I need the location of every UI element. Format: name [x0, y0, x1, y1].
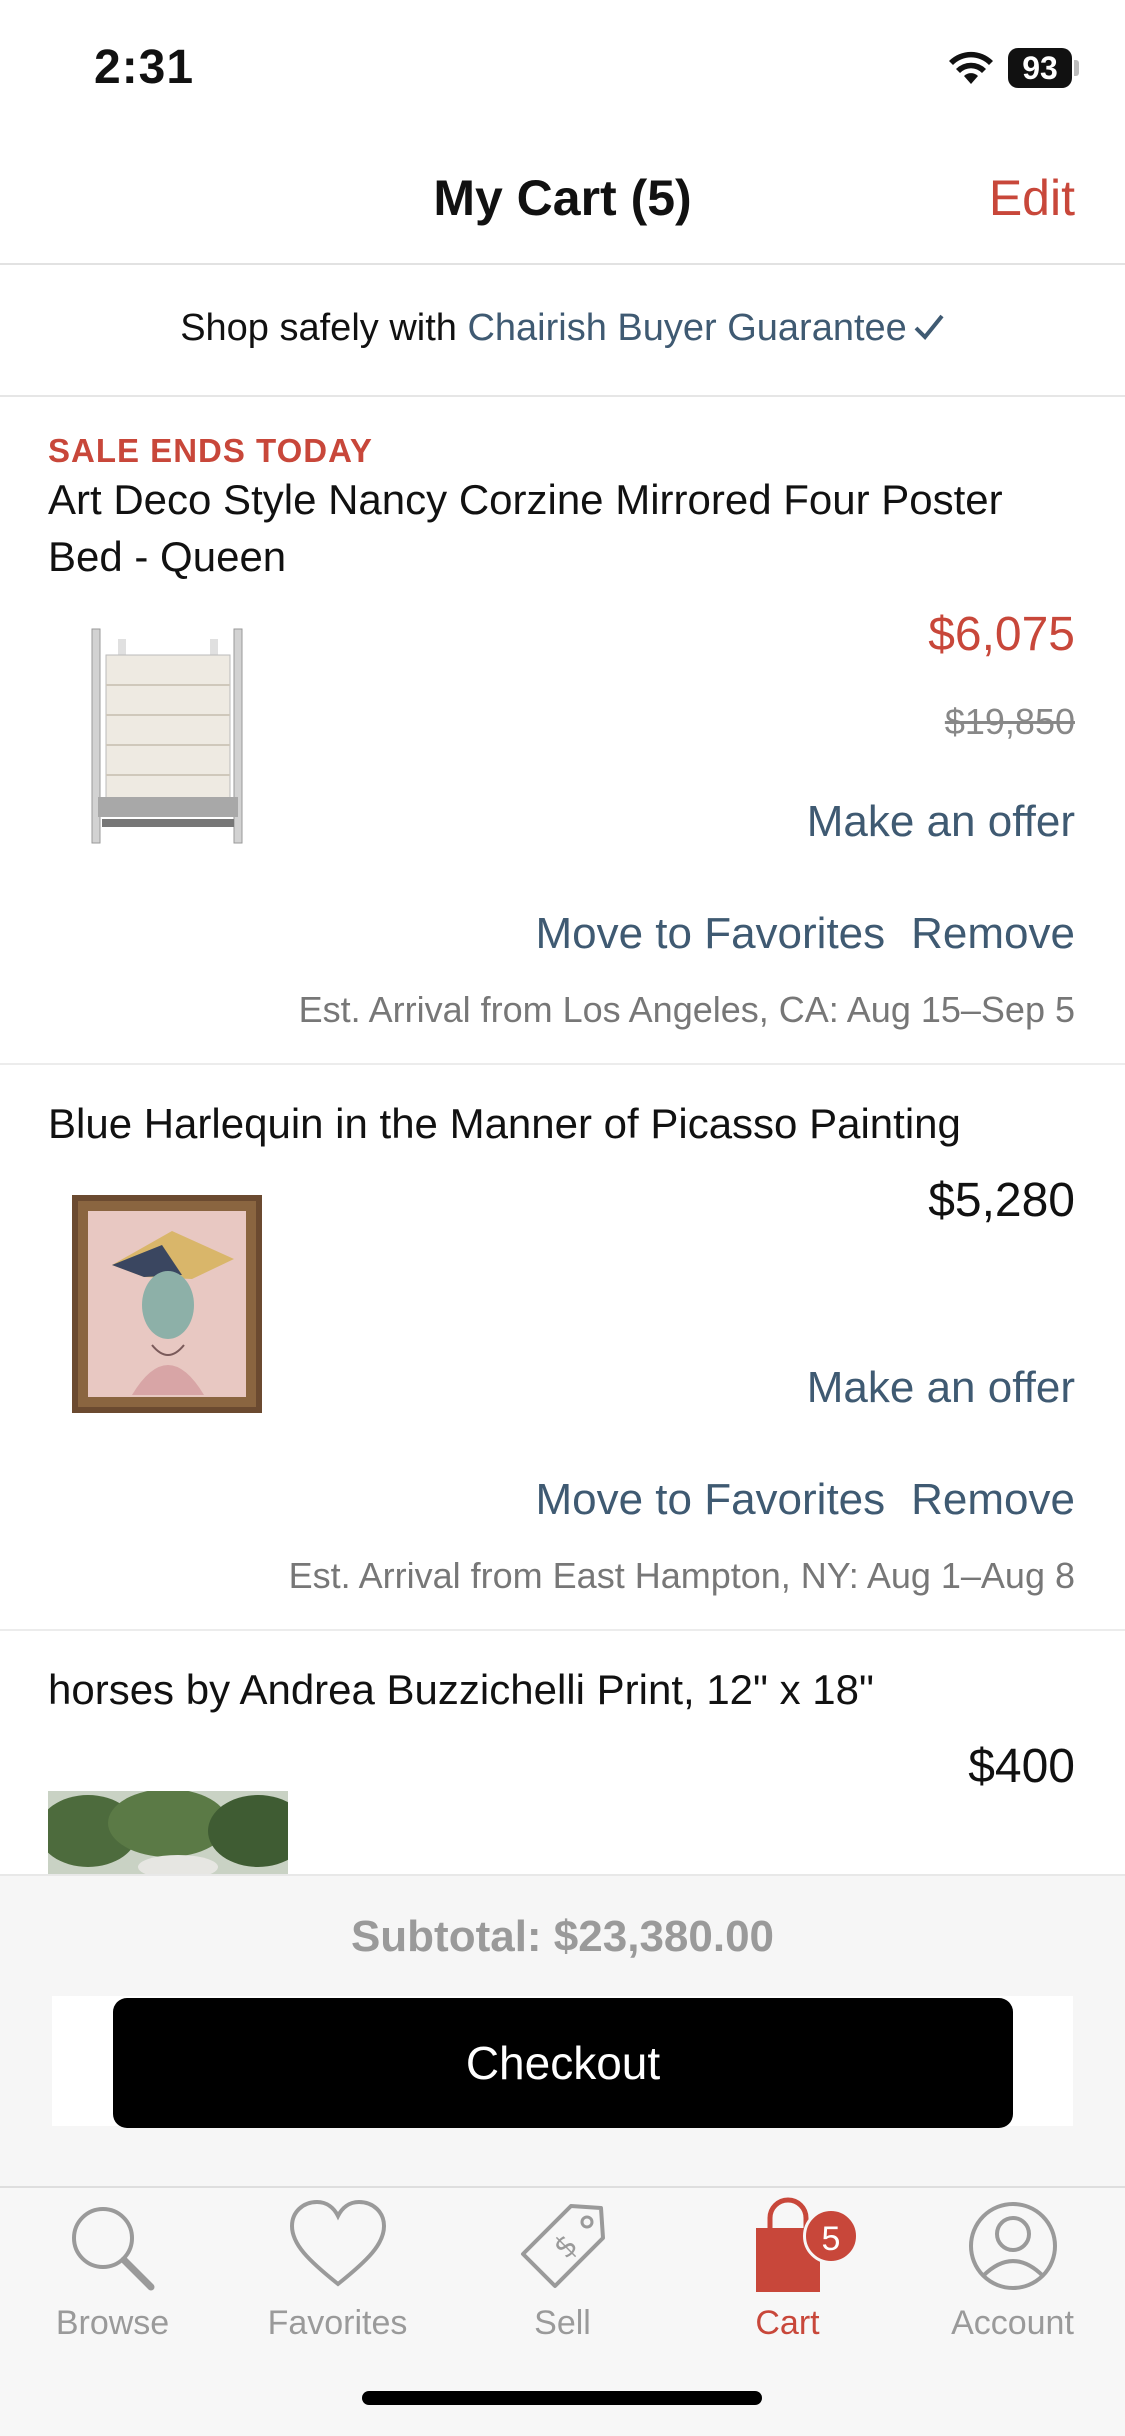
estimated-arrival: Est. Arrival from East Hampton, NY: Aug …: [288, 1555, 1075, 1596]
estimated-arrival: Est. Arrival from Los Angeles, CA: Aug 1…: [298, 989, 1075, 1030]
tab-label: Account: [951, 2304, 1074, 2342]
cart-item: horses by Andrea Buzzichelli Print, 12" …: [0, 1631, 1125, 1874]
original-price: $19,850: [944, 701, 1075, 742]
tab-account[interactable]: Account: [900, 2196, 1125, 2343]
wifi-icon: [949, 51, 993, 84]
battery-tip: [1074, 60, 1079, 76]
tab-label: Cart: [755, 2304, 820, 2342]
tab-label: Favorites: [267, 2304, 408, 2342]
tab-cart[interactable]: 5 Cart: [675, 2196, 900, 2343]
make-offer-button[interactable]: Make an offer: [807, 797, 1075, 847]
tab-sell[interactable]: $ Sell: [450, 2196, 675, 2343]
buyer-guarantee-banner: Shop safely with Chairish Buyer Guarante…: [0, 267, 1125, 397]
tab-label: Sell: [534, 2304, 591, 2342]
item-actions: Move to Favorites Remove: [535, 1475, 1075, 1525]
battery-icon: 93: [1008, 48, 1072, 88]
horses-print-thumbnail[interactable]: [48, 1791, 288, 1874]
bed-thumbnail[interactable]: [88, 625, 248, 847]
search-icon: [71, 2207, 154, 2291]
cart-item: Blue Harlequin in the Manner of Picasso …: [0, 1065, 1125, 1631]
sale-badge: SALE ENDS TODAY: [48, 432, 373, 469]
item-title[interactable]: Art Deco Style Nancy Corzine Mirrored Fo…: [48, 471, 1068, 585]
move-to-favorites-button[interactable]: Move to Favorites: [535, 1475, 885, 1524]
tab-favorites[interactable]: Favorites: [225, 2196, 450, 2343]
checkout-button[interactable]: Checkout: [113, 1998, 1013, 2128]
page-title: My Cart (5): [433, 170, 692, 226]
remove-button[interactable]: Remove: [911, 909, 1075, 958]
buyer-guarantee-link[interactable]: Chairish Buyer Guarantee: [467, 307, 906, 349]
item-price: $5,280: [928, 1174, 1075, 1227]
user-icon: [968, 2202, 1057, 2290]
tab-label: Browse: [55, 2304, 170, 2342]
item-title[interactable]: Blue Harlequin in the Manner of Picasso …: [48, 1095, 1068, 1152]
home-indicator[interactable]: [362, 2391, 762, 2405]
guarantee-prefix: Shop safely with: [180, 307, 468, 349]
checkmark-icon: [914, 314, 944, 340]
nav-header: My Cart (5) Edit: [0, 135, 1125, 265]
item-price: $400: [968, 1740, 1075, 1793]
cart-item: SALE ENDS TODAY Art Deco Style Nancy Cor…: [0, 399, 1125, 1065]
heart-icon: [289, 2199, 386, 2287]
tab-browse[interactable]: Browse: [0, 2196, 225, 2343]
make-offer-button[interactable]: Make an offer: [807, 1363, 1075, 1413]
item-actions: Move to Favorites Remove: [535, 909, 1075, 959]
status-time: 2:31: [94, 41, 195, 94]
move-to-favorites-button[interactable]: Move to Favorites: [535, 909, 885, 958]
edit-button[interactable]: Edit: [989, 169, 1075, 227]
remove-button[interactable]: Remove: [911, 1475, 1075, 1524]
item-price: $6,075: [928, 608, 1075, 661]
subtotal: Subtotal: $23,380.00: [350, 1912, 775, 1961]
item-title[interactable]: horses by Andrea Buzzichelli Print, 12" …: [48, 1661, 1068, 1718]
checkout-panel: Subtotal: $23,380.00 Checkout: [0, 1874, 1125, 2186]
cart-count-badge: 5: [803, 2208, 859, 2264]
price-tag-icon: $: [520, 2204, 605, 2288]
status-bar: 2:31 93: [0, 0, 1125, 135]
painting-thumbnail[interactable]: [72, 1195, 262, 1413]
